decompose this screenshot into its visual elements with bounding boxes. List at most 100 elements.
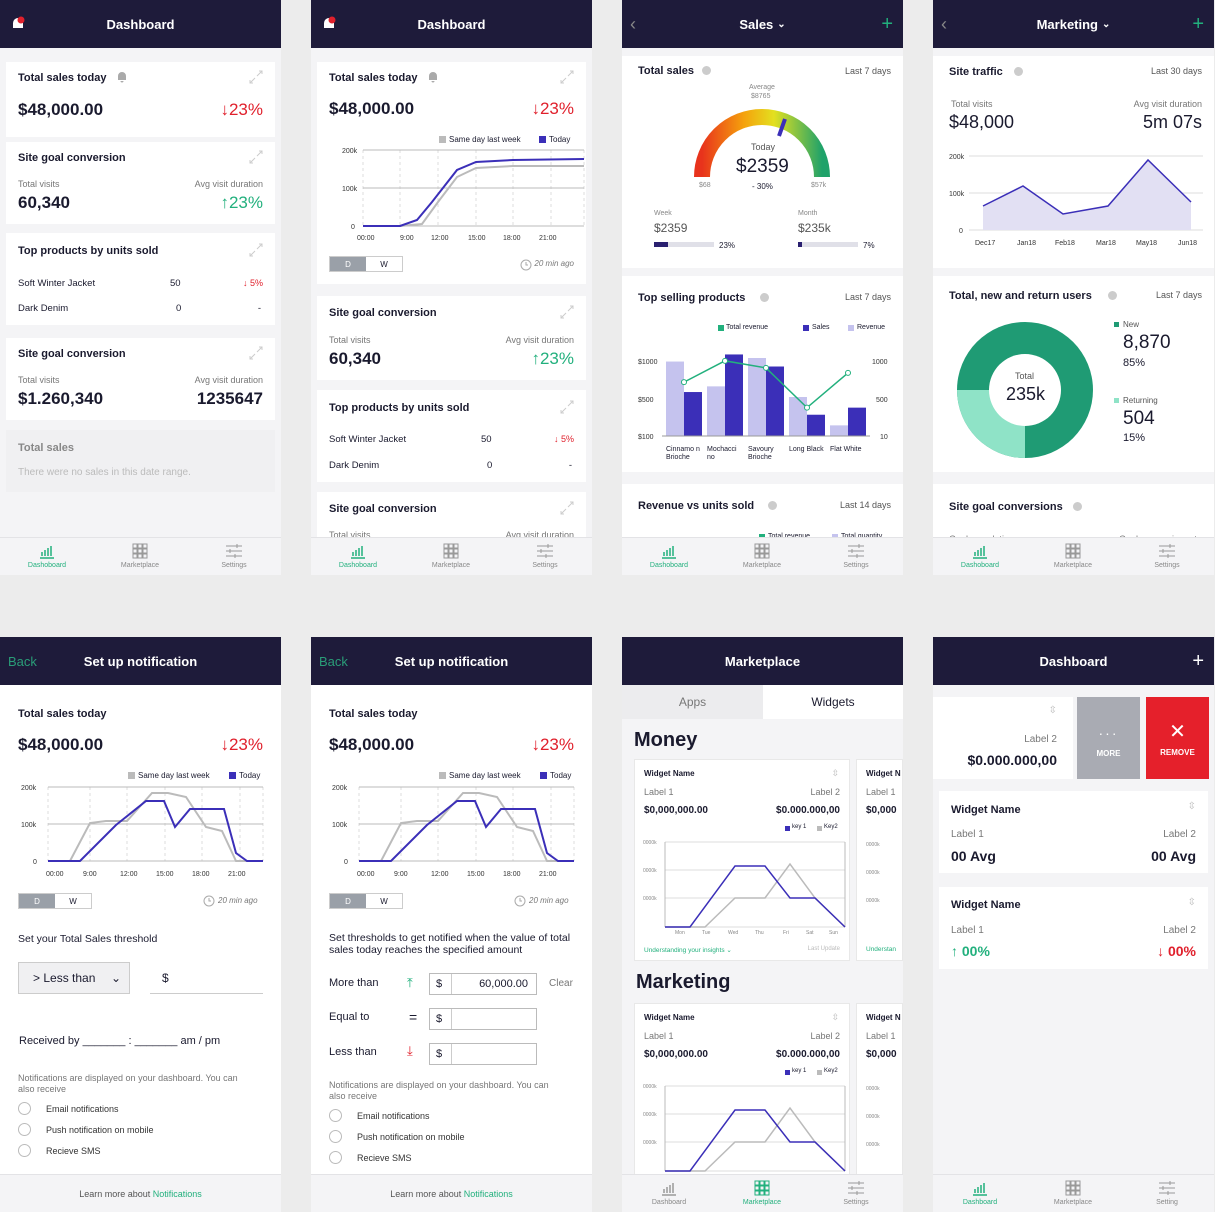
widget-card-peek[interactable]: Widget N Label 1 $0,000 0000k 0000k 0000… xyxy=(856,1003,903,1183)
total-sales-card[interactable]: Total sales today $48,000.00 ↓23% xyxy=(6,62,275,137)
chevron-down-icon[interactable]: ⌄ xyxy=(777,19,785,30)
radio-push[interactable] xyxy=(18,1123,31,1136)
period-toggle[interactable]: DW xyxy=(329,256,403,272)
nav-settings[interactable]: Setting xyxy=(1137,1179,1197,1206)
back-chevron-icon[interactable]: ‹ xyxy=(941,0,947,48)
radio-push[interactable] xyxy=(329,1130,342,1143)
expand-icon[interactable] xyxy=(249,346,263,360)
chevron-down-icon[interactable]: ⌄ xyxy=(1102,19,1110,30)
nav-dashboard[interactable]: Dashboard xyxy=(639,1179,699,1206)
info-icon[interactable] xyxy=(1073,502,1082,511)
site-traffic-card[interactable]: Site traffic Last 30 days Total visits A… xyxy=(933,56,1214,268)
total-sales-gauge-card[interactable]: Total sales Last 7 days Average $8765 To… xyxy=(622,56,903,268)
period-toggle[interactable]: DW xyxy=(329,893,403,909)
info-icon[interactable] xyxy=(1108,291,1117,300)
nav-marketplace[interactable]: Marketplace xyxy=(1043,542,1103,569)
radio-email[interactable] xyxy=(18,1102,31,1115)
add-icon[interactable]: + xyxy=(881,0,893,48)
total-sales-card[interactable]: Total sales today $48,000.00 ↓23% Same d… xyxy=(317,62,586,284)
nav-marketplace[interactable]: Marketplace xyxy=(110,542,170,569)
tab-apps[interactable]: Apps xyxy=(622,685,763,719)
widget-card[interactable]: Widget Name ⇳ Label 1 Label 2 00 Avg 00 … xyxy=(939,791,1208,873)
drag-handle-icon[interactable]: ⇳ xyxy=(1188,801,1196,812)
equal-to-input[interactable]: $ xyxy=(429,1008,537,1030)
info-icon[interactable] xyxy=(760,293,769,302)
nav-marketplace[interactable]: Marketplace xyxy=(1043,1179,1103,1206)
clear-button[interactable]: Clear xyxy=(549,978,573,989)
bell-alert-icon[interactable] xyxy=(321,16,337,35)
site-goal-card[interactable]: Site goal conversion Total visits Avg vi… xyxy=(317,296,586,380)
bell-icon[interactable] xyxy=(116,70,128,89)
info-icon[interactable] xyxy=(768,501,777,510)
remove-button[interactable]: ✕ REMOVE xyxy=(1146,697,1209,779)
notifications-link[interactable]: Notifications xyxy=(153,1189,202,1199)
back-link[interactable]: Back xyxy=(8,637,37,685)
site-goal-card[interactable]: Site goal conversion Total visits Avg vi… xyxy=(6,142,275,224)
day-toggle[interactable]: D xyxy=(330,257,366,271)
more-button[interactable]: ··· MORE xyxy=(1077,697,1140,779)
page-title[interactable]: Sales xyxy=(739,17,773,32)
nav-settings[interactable]: Settings xyxy=(826,1179,886,1206)
week-toggle[interactable]: W xyxy=(366,894,402,908)
radio-email[interactable] xyxy=(329,1109,342,1122)
less-than-input[interactable]: $ xyxy=(429,1043,537,1065)
widget-card[interactable]: Widget Name ⇳ Label 1 Label 2 ↑ 00% ↓ 00… xyxy=(939,887,1208,969)
tab-widgets[interactable]: Widgets xyxy=(763,685,903,719)
nav-settings[interactable]: Settings xyxy=(515,542,575,569)
drag-handle-icon[interactable]: ⇳ xyxy=(831,1012,839,1023)
nav-dashboard[interactable]: Dashoboard xyxy=(950,542,1010,569)
nav-settings[interactable]: Settings xyxy=(826,542,886,569)
day-toggle[interactable]: D xyxy=(19,894,55,908)
site-goal-conversions-card[interactable]: Site goal conversions Goal completions G… xyxy=(933,484,1214,544)
bell-alert-icon[interactable] xyxy=(10,16,26,35)
top-products-card[interactable]: Top products by units sold Soft Winter J… xyxy=(317,390,586,482)
expand-icon[interactable] xyxy=(560,501,574,515)
nav-dashboard[interactable]: Dashboard xyxy=(950,1179,1010,1206)
nav-dashboard[interactable]: Dashoboard xyxy=(17,542,77,569)
nav-marketplace[interactable]: Marketplace xyxy=(732,542,792,569)
drag-handle-icon[interactable]: ⇳ xyxy=(1188,897,1196,908)
back-chevron-icon[interactable]: ‹ xyxy=(630,0,636,48)
users-donut-card[interactable]: Total, new and return users Last 7 days … xyxy=(933,276,1214,472)
nav-dashboard[interactable]: Dashoboard xyxy=(639,542,699,569)
widget-card-swiped[interactable]: ⇳ Label 2 $0.000.000,00 xyxy=(933,697,1073,779)
condition-select[interactable]: > Less than ⌄ xyxy=(18,962,130,994)
expand-icon[interactable] xyxy=(560,70,574,84)
nav-marketplace[interactable]: Marketplace xyxy=(421,542,481,569)
week-toggle[interactable]: W xyxy=(366,257,402,271)
bell-icon[interactable] xyxy=(427,70,439,89)
back-link[interactable]: Back xyxy=(319,637,348,685)
drag-handle-icon[interactable]: ⇳ xyxy=(1049,705,1057,716)
nav-settings[interactable]: Settings xyxy=(204,542,264,569)
expand-icon[interactable] xyxy=(560,305,574,319)
radio-sms[interactable] xyxy=(18,1144,31,1157)
expand-icon[interactable] xyxy=(249,70,263,84)
drag-handle-icon[interactable]: ⇳ xyxy=(831,768,839,779)
revenue-units-card[interactable]: Revenue vs units sold Last 14 days Total… xyxy=(622,484,903,544)
week-toggle[interactable]: W xyxy=(55,894,91,908)
top-selling-card[interactable]: Top selling products Last 7 days Total r… xyxy=(622,276,903,472)
widget-card[interactable]: Widget Name ⇳ Label 1 Label 2 $0,000,000… xyxy=(634,1003,850,1183)
expand-icon[interactable] xyxy=(249,243,263,257)
insights-link[interactable]: Understan xyxy=(866,946,896,953)
top-products-card[interactable]: Top products by units sold Soft Winter J… xyxy=(6,233,275,325)
add-icon[interactable]: + xyxy=(1192,0,1204,48)
info-icon[interactable] xyxy=(1014,67,1023,76)
radio-sms[interactable] xyxy=(329,1151,342,1164)
nav-settings[interactable]: Settings xyxy=(1137,542,1197,569)
insights-link[interactable]: Understanding your insights ⌄ xyxy=(644,946,732,954)
expand-icon[interactable] xyxy=(560,400,574,414)
nav-dashboard[interactable]: Dashoboard xyxy=(328,542,388,569)
received-by-field[interactable]: Received by _______ : _______ am / pm xyxy=(19,1035,220,1047)
more-than-input[interactable]: $60,000.00 xyxy=(429,973,537,995)
period-toggle[interactable]: DW xyxy=(18,893,92,909)
page-title[interactable]: Marketing xyxy=(1037,17,1098,32)
widget-card[interactable]: Widget Name ⇳ Label 1 Label 2 $0,000,000… xyxy=(634,759,850,961)
day-toggle[interactable]: D xyxy=(330,894,366,908)
info-icon[interactable] xyxy=(702,66,711,75)
site-goal-card[interactable]: Site goal conversion Total visits Avg vi… xyxy=(6,338,275,420)
expand-icon[interactable] xyxy=(249,150,263,164)
site-goal-card[interactable]: Site goal conversion Total visits Avg vi… xyxy=(317,492,586,542)
threshold-input[interactable]: $ xyxy=(150,962,263,994)
nav-marketplace[interactable]: Marketplace xyxy=(732,1179,792,1206)
